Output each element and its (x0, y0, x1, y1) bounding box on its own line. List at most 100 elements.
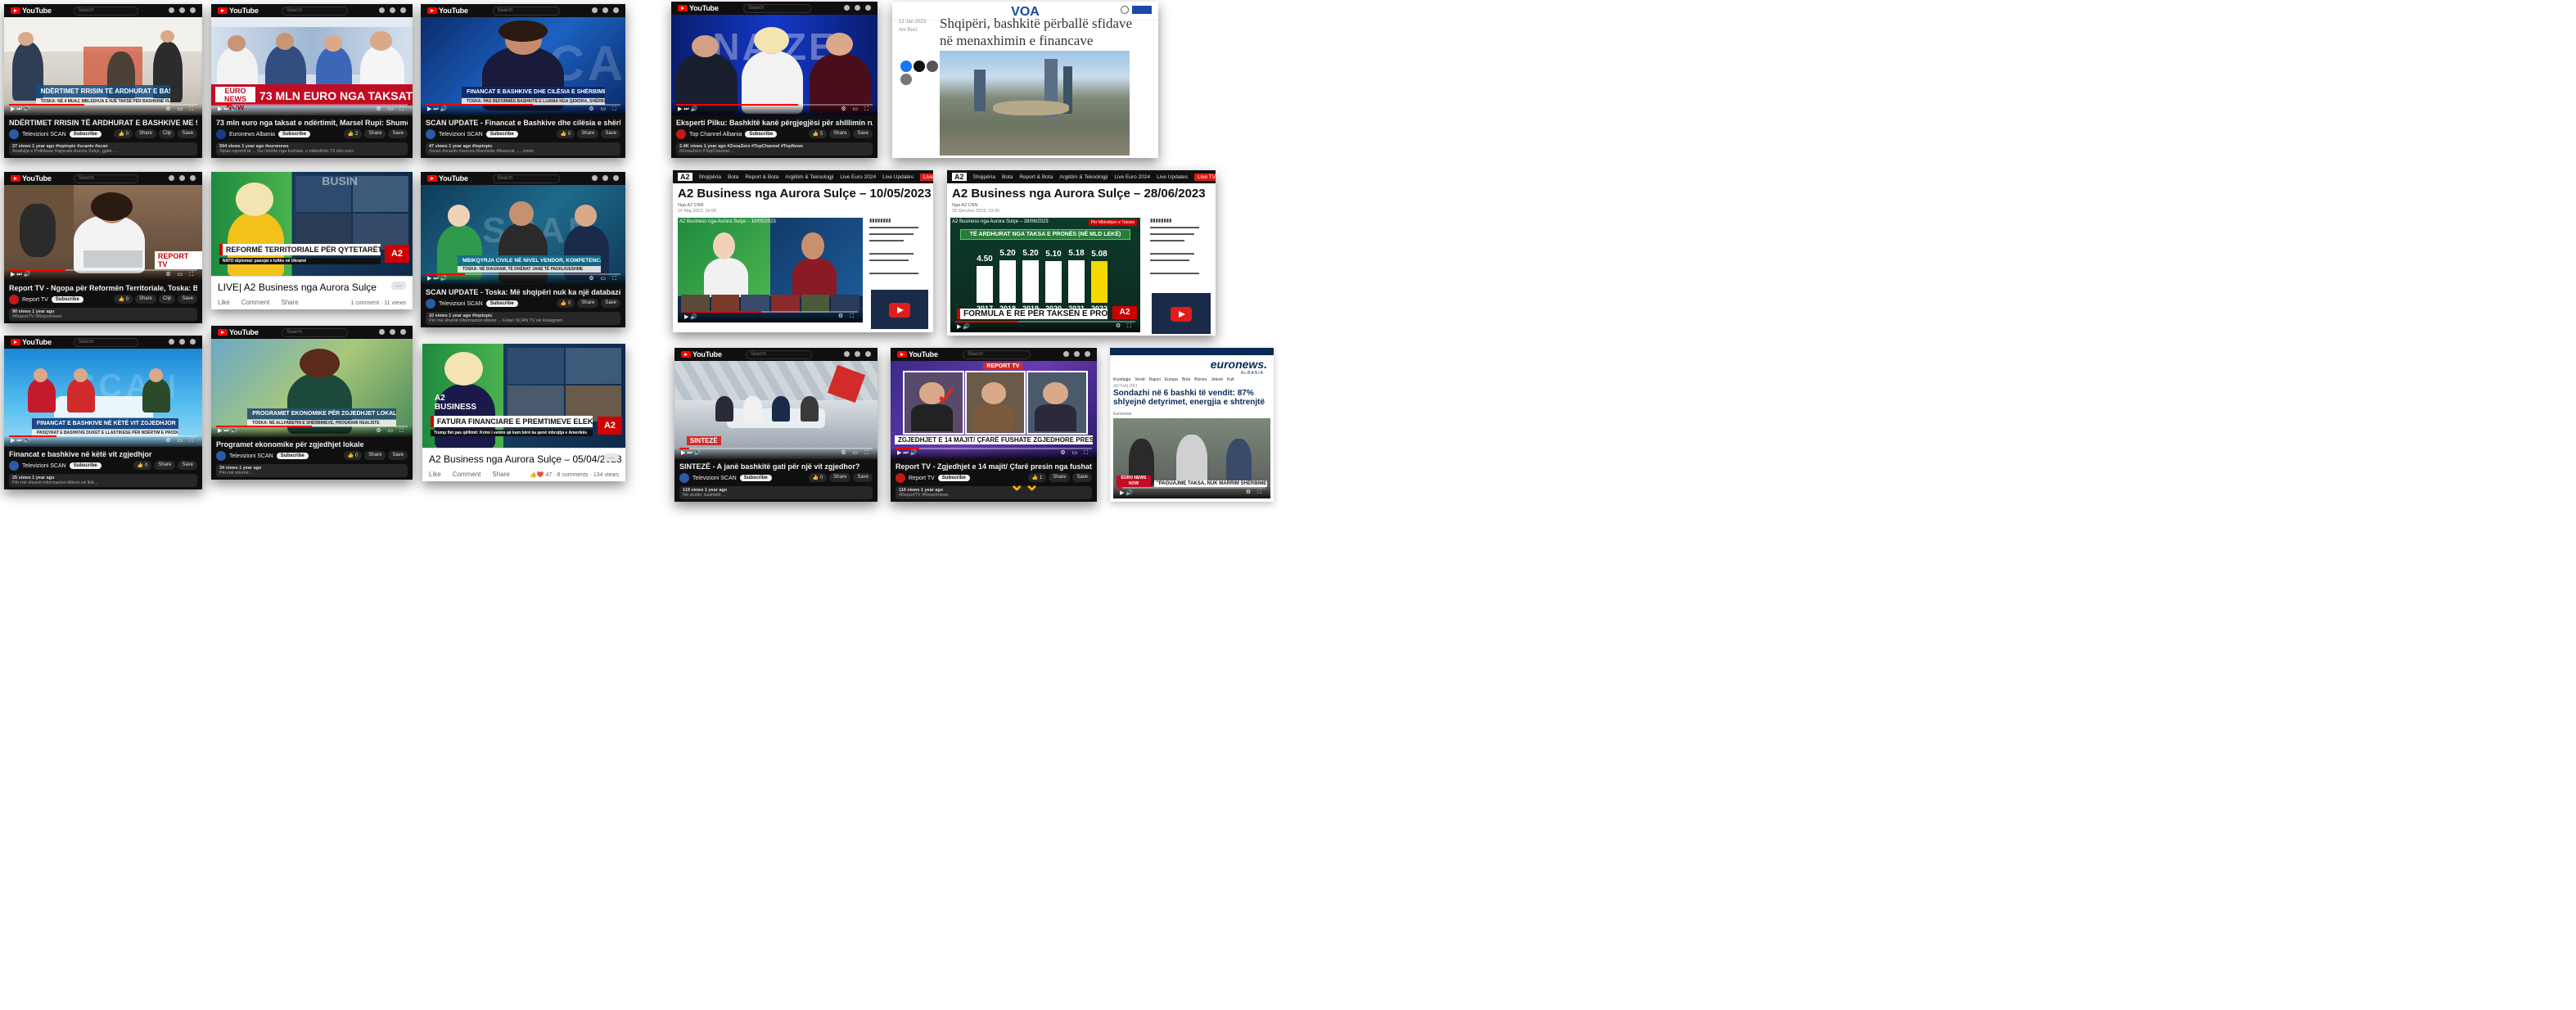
nav-item[interactable]: Rajoni (1149, 377, 1161, 382)
create-icon[interactable] (379, 329, 385, 335)
player-controls[interactable]: ⚙ ▭ ⛶ (841, 449, 871, 457)
nav-item[interactable]: Bota (1182, 377, 1190, 382)
youtube-logo[interactable]: YouTube (427, 174, 468, 183)
search-input[interactable]: Search (73, 7, 139, 16)
save-button[interactable]: Save (178, 461, 197, 470)
save-button[interactable]: Save (853, 473, 873, 482)
more-options-button[interactable]: … (604, 453, 619, 462)
channel-name[interactable]: Televizioni SCAN (439, 301, 483, 307)
channel-avatar[interactable] (9, 295, 19, 304)
search-input[interactable]: Search (743, 4, 811, 13)
channel-name[interactable]: Euronews Albania (229, 132, 275, 138)
video-player[interactable]: ✓ REPORT TV ZGJEDHJET E 14 MAJIT/ ÇFARË … (891, 361, 1097, 459)
nav-item[interactable]: Argëtim & Teknologji (785, 174, 833, 180)
player-controls[interactable]: ⚙ ▭ ⛶ (376, 106, 406, 113)
youtube-logo[interactable]: YouTube (218, 7, 259, 15)
share-button[interactable]: Share (154, 461, 176, 470)
player-controls[interactable]: ⚙ ⛶ (838, 313, 856, 320)
player-controls[interactable]: ⚙ ▭ ⛶ (1060, 449, 1090, 457)
share-button[interactable]: Share (577, 299, 599, 308)
video-player[interactable]: A2 BUSINESS FATURA FINANCIARE E PREMTIMEV… (422, 344, 625, 449)
nav-item[interactable]: Live Euro 2024 (840, 174, 876, 180)
channel-name[interactable]: Televizioni SCAN (22, 132, 66, 138)
channel-name[interactable]: Report TV (909, 476, 935, 481)
create-icon[interactable] (169, 7, 174, 13)
comment-count[interactable]: 👍❤️ 47 · 8 comments · 134 views (530, 471, 619, 478)
player-controls[interactable]: ⚙ ▭ ⛶ (165, 437, 196, 444)
youtube-logo[interactable]: YouTube (11, 174, 52, 183)
subscribe-button[interactable]: Subscribe (745, 131, 778, 138)
play-icon[interactable]: ▶ ⏭ 🔊 (11, 437, 30, 444)
nav-item[interactable]: Kryefaqja (1113, 377, 1130, 382)
player-controls[interactable]: ⚙ ▭ ⛶ (165, 106, 196, 113)
article-image-city[interactable] (940, 51, 1130, 156)
nav-item[interactable]: Biznes (1194, 377, 1207, 382)
video-description[interactable]: 47 views 1 year ago #toptopic #scan #scan… (426, 142, 620, 156)
search-input[interactable]: Search (492, 7, 560, 16)
search-input[interactable]: Search (73, 174, 139, 183)
share-button[interactable]: Share (577, 129, 599, 138)
channel-name[interactable]: Report TV (22, 297, 48, 303)
search-input[interactable]: Search (745, 350, 813, 359)
more-link[interactable]: ...more (520, 149, 534, 154)
player-controls[interactable]: ⚙ ▭ ⛶ (589, 275, 619, 282)
post-title[interactable]: LIVE| A2 Business nga Aurora Sulçe (218, 282, 377, 293)
create-icon[interactable] (379, 7, 385, 13)
like-button[interactable]: 👍 0 (556, 299, 575, 308)
save-button[interactable]: Save (178, 295, 197, 304)
avatar[interactable] (1085, 351, 1090, 357)
menu-icon[interactable] (1132, 6, 1152, 14)
create-icon[interactable] (1063, 351, 1069, 357)
channel-avatar[interactable] (9, 129, 19, 139)
play-icon[interactable]: ▶ ⏭ 🔊 (427, 106, 447, 113)
like-button[interactable]: 👍 0 (114, 129, 133, 138)
bell-icon[interactable] (1074, 351, 1080, 357)
save-button[interactable]: Save (853, 129, 873, 138)
play-icon[interactable]: ▶ 🔊 (957, 323, 970, 330)
video-player[interactable]: SCAN FINANCAT E BASHKIVE DHE CILËSIA E S… (421, 17, 625, 115)
save-button[interactable]: Save (388, 451, 408, 460)
player-controls[interactable]: ⚙ ▭ ⛶ (376, 427, 406, 435)
like-button[interactable]: 👍 2 (343, 129, 363, 138)
nav-item[interactable]: Jetesë (1211, 377, 1223, 382)
avatar[interactable] (865, 5, 871, 11)
live-tv-button[interactable]: Live TV (1194, 173, 1216, 181)
channel-avatar[interactable] (679, 473, 689, 483)
channel-name[interactable]: Televizioni SCAN (22, 463, 66, 469)
play-icon[interactable]: ▶ ⏭ 🔊 (427, 275, 447, 282)
avatar[interactable] (400, 7, 406, 13)
a2-logo[interactable]: A2 (678, 173, 692, 181)
play-icon[interactable]: ▶ ⏭ 🔊 (218, 106, 237, 113)
play-icon[interactable]: ▶ ⏭ 🔊 (678, 106, 697, 113)
play-icon[interactable]: ▶ ⏭ 🔊 (11, 106, 30, 113)
player-controls[interactable]: ⚙ ▭ ⛶ (841, 106, 871, 113)
video-player[interactable]: A2 Business nga Aurora Sulçe – 28/06/202… (950, 218, 1140, 332)
create-icon[interactable] (592, 7, 598, 13)
subscribe-button[interactable]: Subscribe (485, 131, 518, 138)
subscribe-button[interactable]: Subscribe (485, 300, 518, 307)
post-title[interactable]: A2 Business nga Aurora Sulçe – 05/04/202… (429, 453, 622, 465)
nav-item[interactable]: Live Updates (1157, 174, 1188, 180)
channel-avatar[interactable] (9, 461, 19, 471)
comment-button[interactable]: Comment (453, 471, 481, 478)
ad-banner[interactable] (1152, 293, 1211, 334)
live-tv-button[interactable]: Live TV (920, 173, 933, 181)
nav-item[interactable]: Live Euro 2024 (1114, 174, 1150, 180)
video-player[interactable]: REPORT TV ▶ ⏭ 🔊 ⚙ ▭ ⛶ (4, 185, 202, 281)
play-icon[interactable]: ▶ ⏭ 🔊 (218, 427, 237, 435)
share-button[interactable]: Share (281, 299, 298, 306)
video-player[interactable]: A2 Business nga Aurora Sulçe – 10/05/202… (678, 218, 863, 322)
player-controls[interactable]: ⚙ ⛶ (1116, 322, 1134, 330)
clip-button[interactable]: Clip (158, 295, 176, 304)
clip-button[interactable]: Clip (158, 129, 176, 138)
video-player[interactable]: EURO NEWS NOW 73 MLN EURO NGA TAKSAT E N… (211, 17, 413, 115)
channel-avatar[interactable] (676, 129, 686, 139)
nav-item[interactable]: Shqipëria (973, 174, 995, 180)
a2-logo[interactable]: A2 (952, 173, 967, 181)
save-button[interactable]: Save (178, 129, 197, 138)
save-button[interactable]: Save (388, 129, 408, 138)
create-icon[interactable] (592, 175, 598, 181)
video-player[interactable]: SCAN FINANCAT E BASHKIVE NË KËTË VIT ZGJ… (4, 349, 202, 447)
video-player[interactable]: PROGRAMET EKONOMIKE PËR ZGJEDHJET LOKALE… (211, 339, 413, 437)
create-icon[interactable] (844, 5, 850, 11)
